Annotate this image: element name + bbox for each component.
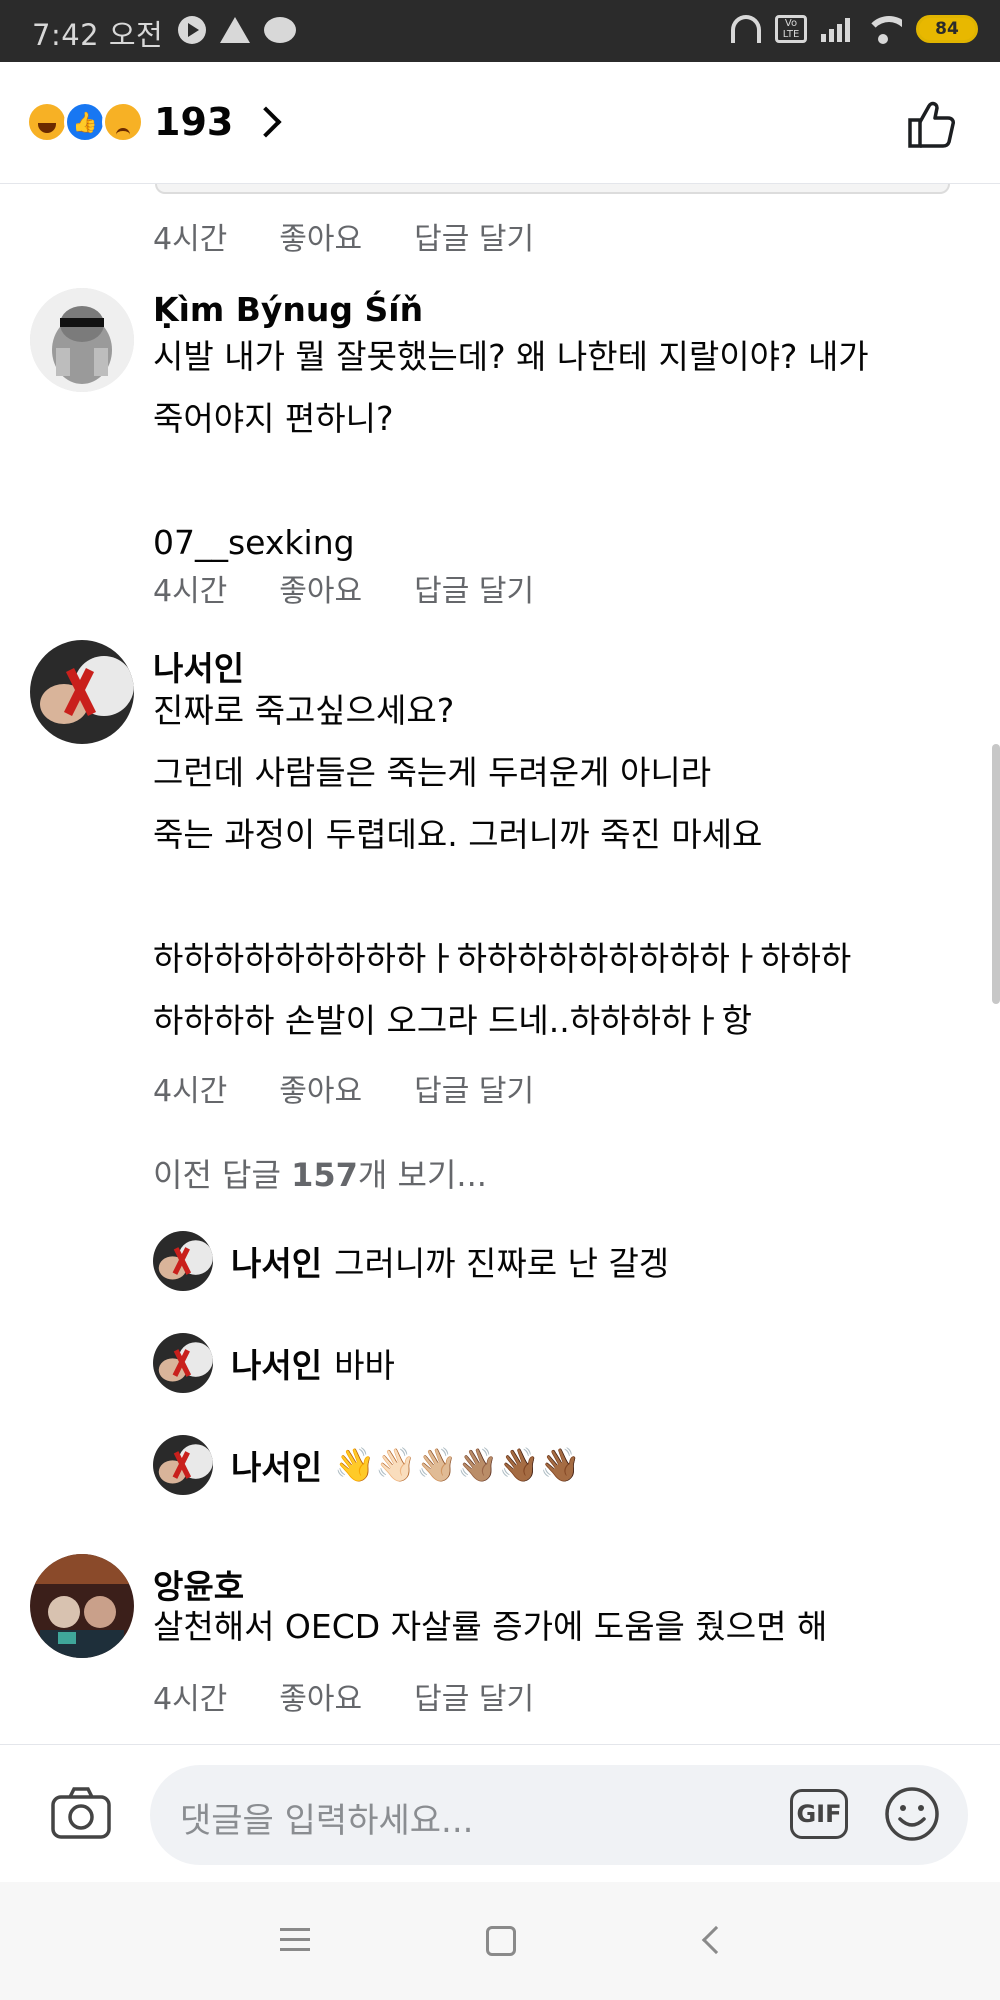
reply-item[interactable]: 나서인 바바 [153, 1332, 395, 1394]
comment-reply-button[interactable]: 답글 달기 [414, 1674, 534, 1718]
previous-replies-count: 157 [291, 1156, 358, 1194]
avatar[interactable] [30, 640, 134, 744]
avatar[interactable] [153, 1333, 213, 1393]
comment-time: 4시간 [153, 1074, 228, 1109]
scrollbar[interactable] [992, 744, 1000, 1004]
wifi-icon [864, 14, 902, 44]
signal-icon [821, 16, 850, 42]
comment-time: 4시간 [153, 1682, 228, 1717]
comment-composer: 댓글을 입력하세요... GIF [0, 1744, 1000, 1882]
status-bar: 7:42 오전 Vo LTE 84 [0, 0, 1000, 62]
comment-author[interactable]: Ḳìm Býnug Śíň [153, 290, 423, 329]
comment-like-button[interactable]: 좋아요 [279, 566, 362, 610]
reply-author[interactable]: 나서인 [231, 1237, 322, 1285]
reply-item[interactable]: 나서인 👋👋🏻👋🏼👋🏽👋🏾👋🏾 [153, 1434, 581, 1496]
previous-replies-prefix: 이전 답글 [153, 1156, 292, 1194]
comment-text: 살천해서 OECD 자살률 증가에 도움을 줬으면 해 [153, 1607, 828, 1646]
comment-reply-button[interactable]: 답글 달기 [414, 566, 534, 610]
play-icon [178, 16, 206, 44]
comments-header: 👍 193 [0, 62, 1000, 184]
comment-meta: 4시간 좋아요 답글 달기 [153, 1674, 586, 1718]
comment-text: 진짜로 죽고싶으세요? 그런데 사람들은 죽는게 두려운게 아니라 죽는 과정이… [153, 691, 852, 1040]
reply-text: 그러니까 진짜로 난 갈겡 [334, 1244, 670, 1283]
recents-button[interactable] [280, 1928, 310, 1958]
comment-like-button[interactable]: 좋아요 [279, 214, 362, 258]
comment-time: 4시간 [153, 574, 228, 609]
comment-like-button[interactable]: 좋아요 [279, 1674, 362, 1718]
comment-reply-button[interactable]: 답글 달기 [414, 214, 534, 258]
chevron-right-icon [250, 106, 282, 138]
camera-icon[interactable] [50, 1785, 112, 1841]
reply-wave-emojis: 👋👋🏻👋🏼👋🏽👋🏾👋🏾 [334, 1445, 581, 1484]
comment-text: 시발 내가 뭘 잘못했는데? 왜 나한테 지랄이야? 내가 죽어야지 편하니? … [153, 337, 869, 562]
status-time: 7:42 오전 [32, 18, 164, 52]
emoji-icon[interactable] [883, 1785, 941, 1843]
volte-icon: Vo LTE [775, 15, 807, 43]
reply-text: 바바 [334, 1346, 395, 1385]
comment-time: 4시간 [153, 222, 228, 257]
reply-author[interactable]: 나서인 [231, 1441, 322, 1489]
comment-meta: 4시간 좋아요 답글 달기 [153, 1066, 586, 1110]
status-notification-icons [178, 16, 296, 44]
home-button[interactable] [486, 1926, 516, 1956]
back-button[interactable] [701, 1925, 731, 1955]
battery-icon: 84 [916, 15, 978, 43]
comment-input-placeholder: 댓글을 입력하세요... [180, 1801, 474, 1841]
headset-icon [731, 15, 761, 43]
gif-button[interactable]: GIF [790, 1789, 848, 1839]
sad-reaction-icon [102, 101, 144, 143]
talk-icon [264, 17, 296, 43]
status-system-icons: Vo LTE 84 [731, 14, 978, 44]
view-previous-replies-link[interactable]: 이전 답글 157개 보기... [153, 1150, 487, 1196]
like-reaction-icon: 👍 [64, 101, 106, 143]
haha-reaction-icon [26, 101, 68, 143]
comment-meta: 4시간 좋아요 답글 달기 [153, 214, 586, 258]
reply-author[interactable]: 나서인 [231, 1339, 322, 1387]
previous-comment-image [155, 184, 950, 194]
comment-reply-button[interactable]: 답글 달기 [414, 1066, 534, 1110]
like-post-button[interactable] [904, 96, 960, 152]
previous-replies-suffix: 개 보기... [357, 1156, 487, 1194]
avatar[interactable] [153, 1435, 213, 1495]
reply-item[interactable]: 나서인 그러니까 진짜로 난 갈겡 [153, 1230, 669, 1292]
avatar[interactable] [30, 288, 134, 392]
reaction-summary[interactable]: 👍 193 [26, 100, 282, 144]
reaction-count: 193 [154, 100, 234, 144]
comment-meta: 4시간 좋아요 답글 달기 [153, 566, 586, 610]
avatar[interactable] [153, 1231, 213, 1291]
comments-list[interactable]: 4시간 좋아요 답글 달기 Ḳìm Býnug Śíň 시발 내가 뭘 잘못했는… [0, 184, 1000, 1744]
system-navigation-bar [0, 1882, 1000, 2000]
avatar[interactable] [30, 1554, 134, 1658]
warning-icon [220, 17, 250, 43]
comment-like-button[interactable]: 좋아요 [279, 1066, 362, 1110]
